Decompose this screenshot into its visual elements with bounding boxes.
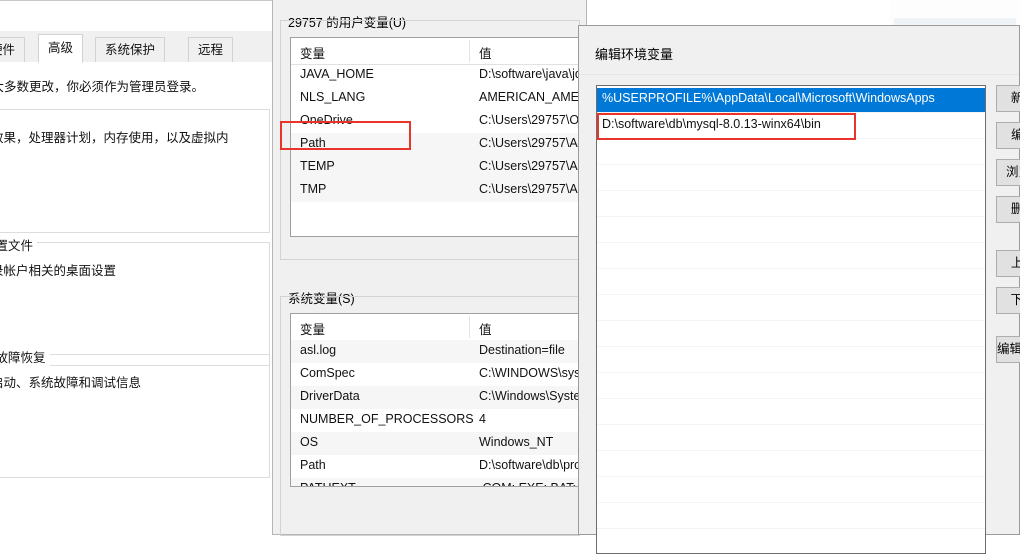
edit-environment-variable-dialog: 编辑环境变量 %USERPROFILE%\AppData\Local\Micro… — [578, 25, 1020, 554]
variable-name-cell: PATHEXT — [300, 481, 356, 486]
variable-value-cell: D:\software\java\jd — [479, 67, 580, 81]
user-col-divider[interactable] — [469, 40, 470, 62]
system-properties-tabstrip: 算机名 硬件 高级 系统保护 远程 — [0, 33, 279, 63]
table-row[interactable]: Path C:\Users\29757\Ap — [291, 133, 579, 156]
path-entry-text: %USERPROFILE%\AppData\Local\Microsoft\Wi… — [602, 91, 935, 105]
edit-dialog-button-1[interactable]: 编辑(E) — [996, 122, 1020, 149]
variable-name-cell: NLS_LANG — [300, 90, 366, 104]
path-entry-row[interactable] — [597, 426, 985, 451]
path-entry-row[interactable] — [597, 530, 985, 553]
table-row[interactable]: TMP C:\Users\29757\Ap — [291, 179, 579, 202]
variable-name-cell: Path — [300, 458, 326, 472]
table-row[interactable]: JAVA_HOME D:\software\java\jd — [291, 64, 579, 87]
variable-value-cell: C:\Users\29757\Ap — [479, 182, 580, 196]
variable-value-cell: C:\Users\29757\Ap — [479, 159, 580, 173]
edit-dialog-button-0[interactable]: 新建(N) — [996, 85, 1020, 112]
table-row[interactable]: asl.log Destination=file — [291, 340, 579, 363]
variable-name-cell: Path — [300, 136, 326, 150]
edit-dialog-button-2[interactable]: 浏览(B)... — [996, 159, 1020, 186]
variable-name-cell: OS — [300, 435, 319, 449]
tab-hardware[interactable]: 硬件 — [0, 37, 26, 62]
user-profiles-group-text: 与登录帐户相关的桌面设置 — [0, 264, 117, 278]
table-row[interactable]: ComSpec C:\WINDOWS\syste — [291, 363, 579, 386]
variable-name-cell: TEMP — [300, 159, 335, 173]
table-row[interactable]: NLS_LANG AMERICAN_AMERIC — [291, 87, 579, 110]
variable-name-cell: JAVA_HOME — [300, 67, 374, 81]
user-variables-listview[interactable]: 变量 值 JAVA_HOME D:\software\java\jd NLS_LAN… — [290, 37, 580, 237]
path-entry-row[interactable] — [597, 452, 985, 477]
path-entry-row[interactable] — [597, 322, 985, 347]
advanced-tab-page: 要进行大多数更改，你必须作为管理员登录。 性能 视觉效果，处理器计划，内存使用，… — [0, 62, 279, 536]
variable-value-cell: C:\WINDOWS\syste — [479, 366, 580, 380]
table-row[interactable]: DriverData C:\Windows\System — [291, 386, 579, 409]
variable-value-cell: .COM;.EXE;.BAT;.CM — [479, 481, 579, 486]
system-col-name[interactable]: 变量 — [300, 319, 325, 338]
edit-dialog-button-4[interactable]: 上移(U) — [996, 250, 1020, 277]
variable-name-cell: asl.log — [300, 343, 337, 357]
variable-value-cell: D:\software\db\pro — [479, 458, 580, 472]
variable-value-cell: C:\Users\29757\On — [479, 113, 580, 127]
path-entry-row[interactable] — [597, 192, 985, 217]
system-col-value[interactable]: 值 — [479, 319, 492, 338]
variable-value-cell: Windows_NT — [479, 435, 554, 449]
path-entry-row[interactable]: D:\software\db\mysql-8.0.13-winx64\bin — [597, 114, 985, 139]
table-row[interactable]: TEMP C:\Users\29757\Ap — [291, 156, 579, 179]
variable-value-cell: Destination=file — [479, 343, 565, 357]
table-row[interactable]: OneDrive C:\Users\29757\On — [291, 110, 579, 133]
path-entry-row[interactable] — [597, 270, 985, 295]
user-profiles-group-label: 用户配置文件 — [0, 235, 38, 254]
path-entry-row[interactable] — [597, 140, 985, 165]
user-variables-header: 变量 值 — [291, 38, 579, 65]
variable-value-cell: AMERICAN_AMERIC — [479, 90, 580, 104]
user-col-name[interactable]: 变量 — [300, 43, 325, 62]
system-col-divider[interactable] — [469, 316, 470, 338]
path-entry-row[interactable] — [597, 244, 985, 269]
edit-dialog-button-3[interactable]: 删除(D) — [996, 196, 1020, 223]
performance-group-text: 视觉效果，处理器计划，内存使用，以及虚拟内 — [0, 131, 229, 145]
path-entry-row[interactable] — [597, 218, 985, 243]
path-entry-row[interactable] — [597, 400, 985, 425]
startup-recovery-group-label: 启动和故障恢复 — [0, 347, 50, 366]
variable-name-cell: NUMBER_OF_PROCESSORS — [300, 412, 474, 426]
variable-value-cell: C:\Users\29757\Ap — [479, 136, 580, 150]
user-col-value[interactable]: 值 — [479, 43, 492, 62]
edit-dialog-title: 编辑环境变量 — [595, 47, 674, 62]
path-entries-listbox[interactable]: %USERPROFILE%\AppData\Local\Microsoft\Wi… — [596, 85, 986, 554]
path-entry-row[interactable] — [597, 374, 985, 399]
path-entry-text: D:\software\db\mysql-8.0.13-winx64\bin — [602, 117, 821, 131]
environment-variables-dialog: 29757 的用户变量(U) 变量 值 JAVA_HOME D:\software… — [272, 0, 587, 536]
variable-value-cell: 4 — [479, 412, 486, 426]
table-row[interactable]: Path D:\software\db\pro — [291, 455, 579, 478]
system-properties-window: 统属性 算机名 硬件 高级 系统保护 远程 要进行大多数更改，你必须作为管理员登… — [0, 0, 280, 536]
path-entry-row[interactable] — [597, 348, 985, 373]
path-entry-row[interactable] — [597, 166, 985, 191]
tab-advanced[interactable]: 高级 — [38, 34, 84, 63]
variable-name-cell: ComSpec — [300, 366, 355, 380]
edit-dialog-button-5[interactable]: 下移(O) — [996, 287, 1020, 314]
edit-dialog-title-separator — [579, 74, 1019, 75]
table-row[interactable]: OS Windows_NT — [291, 432, 579, 455]
edit-dialog-button-6[interactable]: 编辑文本(T)... — [996, 336, 1020, 363]
system-variables-listview[interactable]: 变量 值 asl.log Destination=file ComSpec C:\WI… — [290, 313, 580, 487]
table-row[interactable]: NUMBER_OF_PROCESSORS 4 — [291, 409, 579, 432]
variable-name-cell: OneDrive — [300, 113, 353, 127]
tab-remote[interactable]: 远程 — [188, 37, 234, 62]
table-row[interactable]: PATHEXT .COM;.EXE;.BAT;.CM — [291, 478, 579, 486]
system-properties-titlebar: 统属性 — [0, 1, 279, 31]
tab-system-protection[interactable]: 系统保护 — [95, 37, 166, 62]
variable-name-cell: TMP — [300, 182, 327, 196]
administrator-note: 要进行大多数更改，你必须作为管理员登录。 — [0, 80, 205, 94]
variable-value-cell: C:\Windows\System — [479, 389, 580, 403]
system-variables-header: 变量 值 — [291, 314, 579, 341]
path-entry-row[interactable]: %USERPROFILE%\AppData\Local\Microsoft\Wi… — [597, 88, 985, 113]
path-entry-row[interactable] — [597, 504, 985, 529]
path-entry-row[interactable] — [597, 296, 985, 321]
startup-recovery-group-text: 系统启动、系统故障和调试信息 — [0, 376, 142, 390]
path-entry-row[interactable] — [597, 478, 985, 503]
variable-name-cell: DriverData — [300, 389, 360, 403]
